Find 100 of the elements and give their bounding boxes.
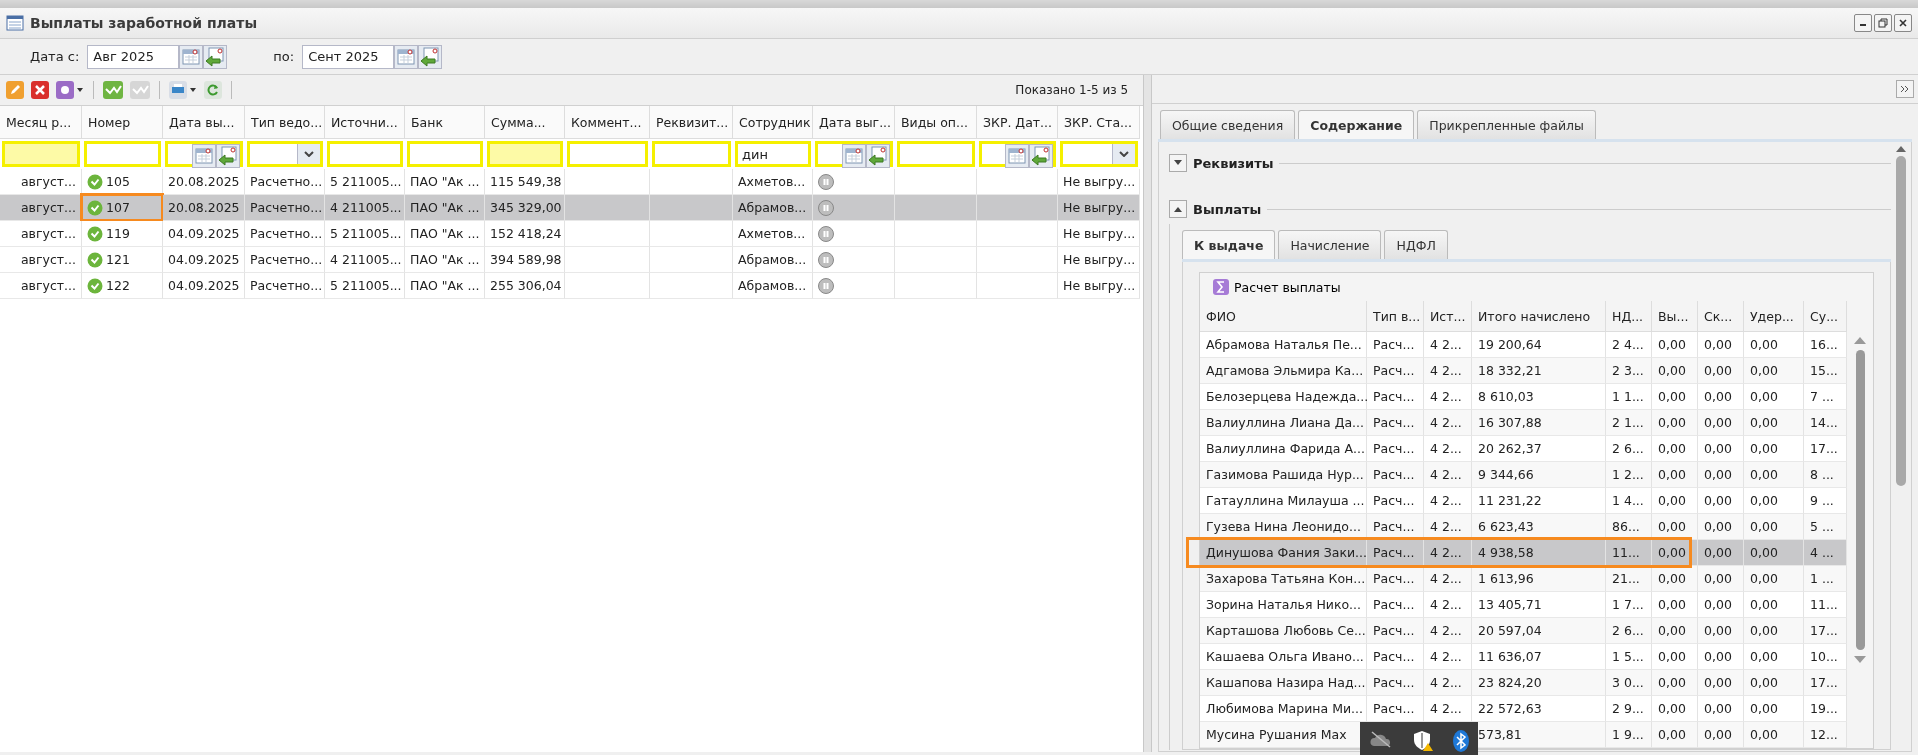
table-cell: 2 9... — [1606, 696, 1652, 722]
table-cell: Валиуллина Фарида А... — [1200, 436, 1367, 462]
column-header[interactable]: ЗКР. Ста... — [1058, 106, 1140, 139]
column-header[interactable]: Удер... — [1744, 301, 1804, 332]
column-header[interactable]: Банк — [405, 106, 485, 139]
table-cell: 0,00 — [1652, 514, 1698, 540]
calendar-icon[interactable] — [1005, 144, 1029, 168]
column-header[interactable]: НД... — [1606, 301, 1652, 332]
column-header[interactable]: Источни... — [325, 106, 405, 139]
combo-filter-field[interactable] — [1060, 141, 1138, 167]
table-cell: 0,00 — [1652, 332, 1698, 358]
filter-field[interactable] — [327, 141, 403, 167]
date-to-field[interactable]: Сент 2025 — [302, 44, 395, 69]
column-header[interactable]: Номер — [82, 106, 163, 139]
tab[interactable]: Общие сведения — [1160, 110, 1296, 139]
bluetooth-icon[interactable] — [1452, 730, 1469, 752]
dropdown-icon[interactable] — [1119, 151, 1129, 157]
collapse-button[interactable] — [1896, 80, 1914, 98]
scroll-up-icon[interactable] — [1854, 337, 1866, 344]
filter-field[interactable] — [84, 141, 161, 167]
calendar-icon[interactable] — [192, 144, 216, 168]
filter-field[interactable] — [897, 141, 975, 167]
column-header[interactable]: Дата вы... — [163, 106, 245, 139]
check-icon — [87, 199, 103, 216]
table-cell: Абрамова Наталья Пе... — [1200, 332, 1367, 358]
table-cell: 5 211005... — [325, 169, 405, 195]
section-title: Реквизиты — [1193, 155, 1274, 171]
column-header[interactable]: Дата выг... — [813, 106, 895, 139]
calendar-icon[interactable] — [394, 44, 419, 69]
date-filter-field[interactable] — [165, 141, 243, 167]
filter-field[interactable] — [487, 141, 563, 167]
tab[interactable]: Содержание — [1298, 110, 1415, 139]
collapse-button[interactable] — [1169, 200, 1187, 218]
shield-warning-icon[interactable] — [1412, 730, 1434, 752]
filter-field[interactable] — [652, 141, 731, 167]
delete-icon[interactable] — [30, 80, 50, 100]
column-header[interactable]: Итого начислено — [1472, 301, 1606, 332]
column-header[interactable]: Сотрудник — [733, 106, 813, 139]
column-header[interactable]: Реквизит... — [650, 106, 733, 139]
table-cell: 345 329,00 — [485, 195, 565, 221]
column-header[interactable]: Сумма... — [485, 106, 565, 139]
table-cell: 4 2... — [1424, 592, 1472, 618]
scroll-up-icon[interactable] — [1896, 146, 1906, 152]
filter-field[interactable] — [2, 141, 80, 167]
calendar-icon[interactable] — [842, 144, 866, 168]
scroll-down-icon[interactable] — [1854, 656, 1866, 663]
date-from-field[interactable]: Авг 2025 — [87, 44, 180, 69]
table-cell: Абрамов... — [733, 273, 813, 299]
table-cell: Не выгру... — [1058, 195, 1140, 221]
table-cell: 0,00 — [1744, 332, 1804, 358]
column-header[interactable]: Тип ведо... — [245, 106, 325, 139]
column-header[interactable]: ЗКР. Дат... — [977, 106, 1058, 139]
approve-icon[interactable] — [102, 80, 124, 100]
column-header[interactable]: Виды оп... — [895, 106, 977, 139]
table-cell: Ахметов... — [733, 221, 813, 247]
refresh-icon[interactable] — [203, 80, 223, 100]
edit-icon[interactable] — [5, 80, 25, 100]
tab[interactable]: К выдаче — [1182, 230, 1276, 259]
table-cell: август... — [0, 169, 82, 195]
column-header[interactable]: Месяц р... — [0, 106, 82, 139]
column-header[interactable]: Тип в... — [1367, 301, 1424, 332]
column-header[interactable]: Ск... — [1698, 301, 1744, 332]
calendar-icon[interactable] — [179, 44, 204, 69]
calculate-button[interactable]: Расчет выплаты — [1210, 276, 1343, 298]
restore-button[interactable] — [1874, 14, 1892, 32]
table-cell: 4 2... — [1424, 670, 1472, 696]
filter-field[interactable] — [407, 141, 483, 167]
dropdown-icon[interactable] — [304, 151, 314, 157]
table-cell: 4 2... — [1424, 566, 1472, 592]
tab[interactable]: Прикрепленные файлы — [1417, 110, 1596, 139]
tab[interactable]: Начисление — [1278, 230, 1382, 259]
column-header[interactable]: ФИО — [1200, 301, 1367, 332]
column-header[interactable]: Вы... — [1652, 301, 1698, 332]
table-cell: 4 2... — [1424, 462, 1472, 488]
table-cell: 0,00 — [1698, 566, 1744, 592]
table-cell: Расч... — [1367, 462, 1424, 488]
column-header[interactable]: Ист... — [1424, 301, 1472, 332]
gear-dropdown-icon[interactable] — [55, 80, 85, 100]
close-button[interactable] — [1894, 14, 1912, 32]
print-icon[interactable] — [168, 80, 198, 100]
column-header[interactable]: Су... — [1804, 301, 1847, 332]
scroll-thumb[interactable] — [1855, 350, 1865, 650]
table-cell: 0,00 — [1652, 696, 1698, 722]
filter-field[interactable]: дин — [735, 141, 811, 167]
table-cell: 17... — [1804, 618, 1847, 644]
combo-filter-field[interactable] — [247, 141, 323, 167]
table-cell: ПАО "Ак ... — [405, 273, 485, 299]
minimize-button[interactable] — [1854, 14, 1872, 32]
date-from-label: Дата с: — [30, 49, 80, 64]
column-header[interactable]: Коммент... — [565, 106, 650, 139]
table-cell: Любимова Марина Ми... — [1200, 696, 1367, 722]
tab[interactable]: НДФЛ — [1384, 230, 1448, 259]
date-filter-field[interactable] — [815, 141, 893, 167]
scroll-thumb[interactable] — [1896, 156, 1906, 486]
filter-field[interactable] — [567, 141, 648, 167]
table-cell: 255 306,04 — [485, 273, 565, 299]
date-filter-field[interactable] — [979, 141, 1056, 167]
table-cell: Расчетно... — [245, 221, 325, 247]
expand-button[interactable] — [1169, 154, 1187, 172]
table-cell: 04.09.2025 — [163, 221, 245, 247]
